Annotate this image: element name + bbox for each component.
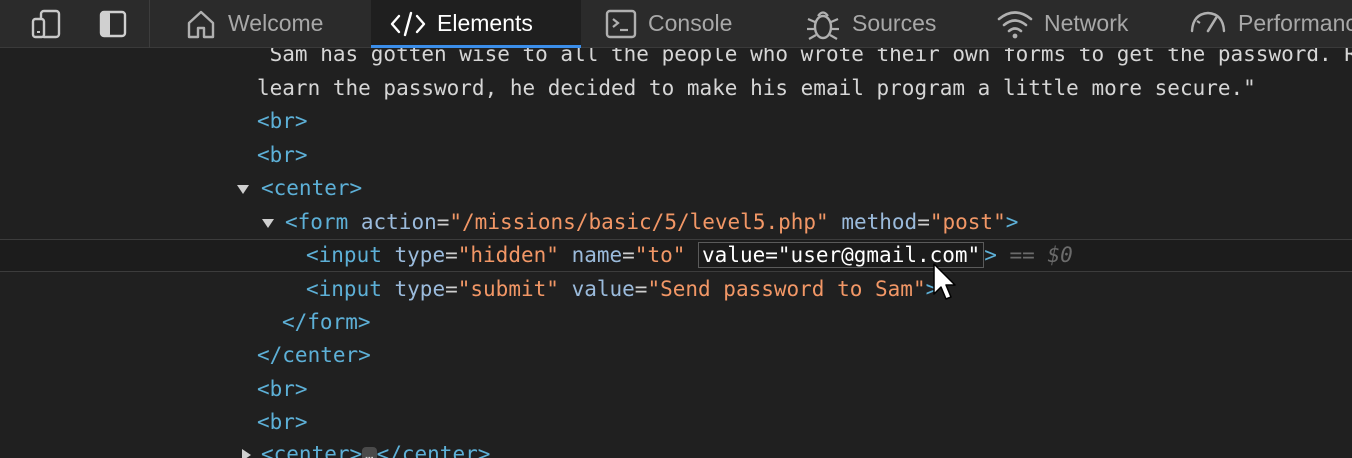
- br-tag: <br>: [257, 410, 308, 434]
- device-emulation-button[interactable]: [18, 0, 74, 47]
- attribute-name[interactable]: value: [572, 277, 635, 301]
- dock-panel-icon: [99, 10, 127, 37]
- attribute-name[interactable]: method: [841, 210, 917, 234]
- form-close-tag: </form>: [282, 310, 371, 334]
- selected-node-marker: == $0: [1009, 243, 1073, 267]
- toolbar-divider: [149, 0, 150, 48]
- tree-node-center[interactable]: <center>: [0, 172, 1352, 205]
- tree-node-br[interactable]: <br>: [0, 105, 1352, 138]
- tag-name: </center>: [376, 442, 491, 458]
- tree-node-input-hidden-selected[interactable]: <input type="hidden" name="to" value="us…: [0, 239, 1352, 272]
- tree-node-input-submit[interactable]: <input type="submit" value="Send passwor…: [0, 273, 1352, 306]
- text-node-line-1: Sam has gotten wise to all the people wh…: [269, 48, 1352, 66]
- attribute-name[interactable]: type: [395, 243, 446, 267]
- tree-node-br[interactable]: <br>: [0, 406, 1352, 439]
- br-tag: <br>: [257, 143, 308, 167]
- tab-label: Network: [1044, 10, 1129, 36]
- tab-label: Console: [648, 10, 733, 36]
- attribute-value[interactable]: "to": [635, 243, 686, 267]
- tab-label: Performance: [1238, 10, 1352, 36]
- tree-text-node[interactable]: learn the password, he decided to make h…: [0, 72, 1352, 105]
- wifi-icon: [996, 8, 1034, 40]
- input-submit-tag: <input type="submit" value="Send passwor…: [306, 277, 939, 301]
- dock-panel-button[interactable]: [90, 0, 136, 47]
- attribute-value[interactable]: "post": [930, 210, 1006, 234]
- tab-performance[interactable]: Performance: [1174, 0, 1352, 47]
- attribute-name-editing[interactable]: value: [702, 243, 765, 267]
- tab-elements[interactable]: Elements: [371, 0, 581, 48]
- devtools-toolbar: Welcome Elements Console Sources Network…: [0, 0, 1352, 48]
- tree-node-form[interactable]: <form action="/missions/basic/5/level5.p…: [0, 206, 1352, 239]
- center-collapsed-tag: <center>… </center>: [261, 438, 490, 458]
- tab-network[interactable]: Network: [982, 0, 1172, 47]
- tab-label: Welcome: [228, 10, 324, 36]
- tab-sources[interactable]: Sources: [790, 0, 980, 47]
- dom-tree: Sam has gotten wise to all the people wh…: [0, 48, 1352, 458]
- center-open-tag: <center>: [261, 176, 363, 200]
- tree-text-node[interactable]: Sam has gotten wise to all the people wh…: [0, 48, 1352, 71]
- code-brackets-icon: [389, 9, 427, 39]
- tab-label: Sources: [852, 10, 937, 36]
- tree-node-br[interactable]: <br>: [0, 139, 1352, 172]
- collapse-triangle-icon[interactable]: [238, 438, 254, 458]
- attribute-value[interactable]: "/missions/basic/5/level5.php": [449, 210, 828, 234]
- expand-ellipsis-button[interactable]: …: [362, 447, 377, 458]
- attribute-name[interactable]: action: [361, 210, 437, 234]
- attribute-name[interactable]: type: [395, 277, 446, 301]
- tag-name: <center>: [261, 442, 363, 458]
- text-node-line-2: learn the password, he decided to make h…: [257, 76, 1256, 100]
- br-tag: <br>: [257, 377, 308, 401]
- attribute-value[interactable]: "hidden": [458, 243, 559, 267]
- tag-name: <form: [285, 210, 349, 234]
- device-emulation-icon: [31, 9, 61, 38]
- tab-welcome[interactable]: Welcome: [170, 0, 360, 47]
- mouse-pointer-icon: [933, 263, 956, 300]
- expand-triangle-icon[interactable]: [235, 172, 251, 205]
- gauge-icon: [1188, 9, 1228, 39]
- attribute-name[interactable]: name: [572, 243, 623, 267]
- expand-triangle-icon[interactable]: [260, 206, 276, 239]
- tag-name: <input: [306, 243, 382, 267]
- tree-node-center-collapsed[interactable]: <center>… </center>: [0, 438, 1352, 458]
- home-icon: [184, 7, 218, 41]
- bug-icon: [804, 6, 842, 42]
- form-open-tag: <form action="/missions/basic/5/level5.p…: [285, 210, 1019, 234]
- br-tag: <br>: [257, 109, 308, 133]
- attribute-value[interactable]: "submit": [458, 277, 559, 301]
- console-icon: [604, 8, 638, 40]
- tab-console[interactable]: Console: [590, 0, 790, 47]
- center-close-tag: </center>: [257, 343, 371, 367]
- tree-node-center-close[interactable]: </center>: [0, 339, 1352, 372]
- tree-node-form-close[interactable]: </form>: [0, 306, 1352, 339]
- tab-label: Elements: [437, 10, 533, 36]
- attribute-value[interactable]: "Send password to Sam": [647, 277, 925, 301]
- tag-name: <input: [306, 277, 382, 301]
- input-hidden-tag: <input type="hidden" name="to" value="us…: [306, 242, 1073, 268]
- tree-node-br[interactable]: <br>: [0, 373, 1352, 406]
